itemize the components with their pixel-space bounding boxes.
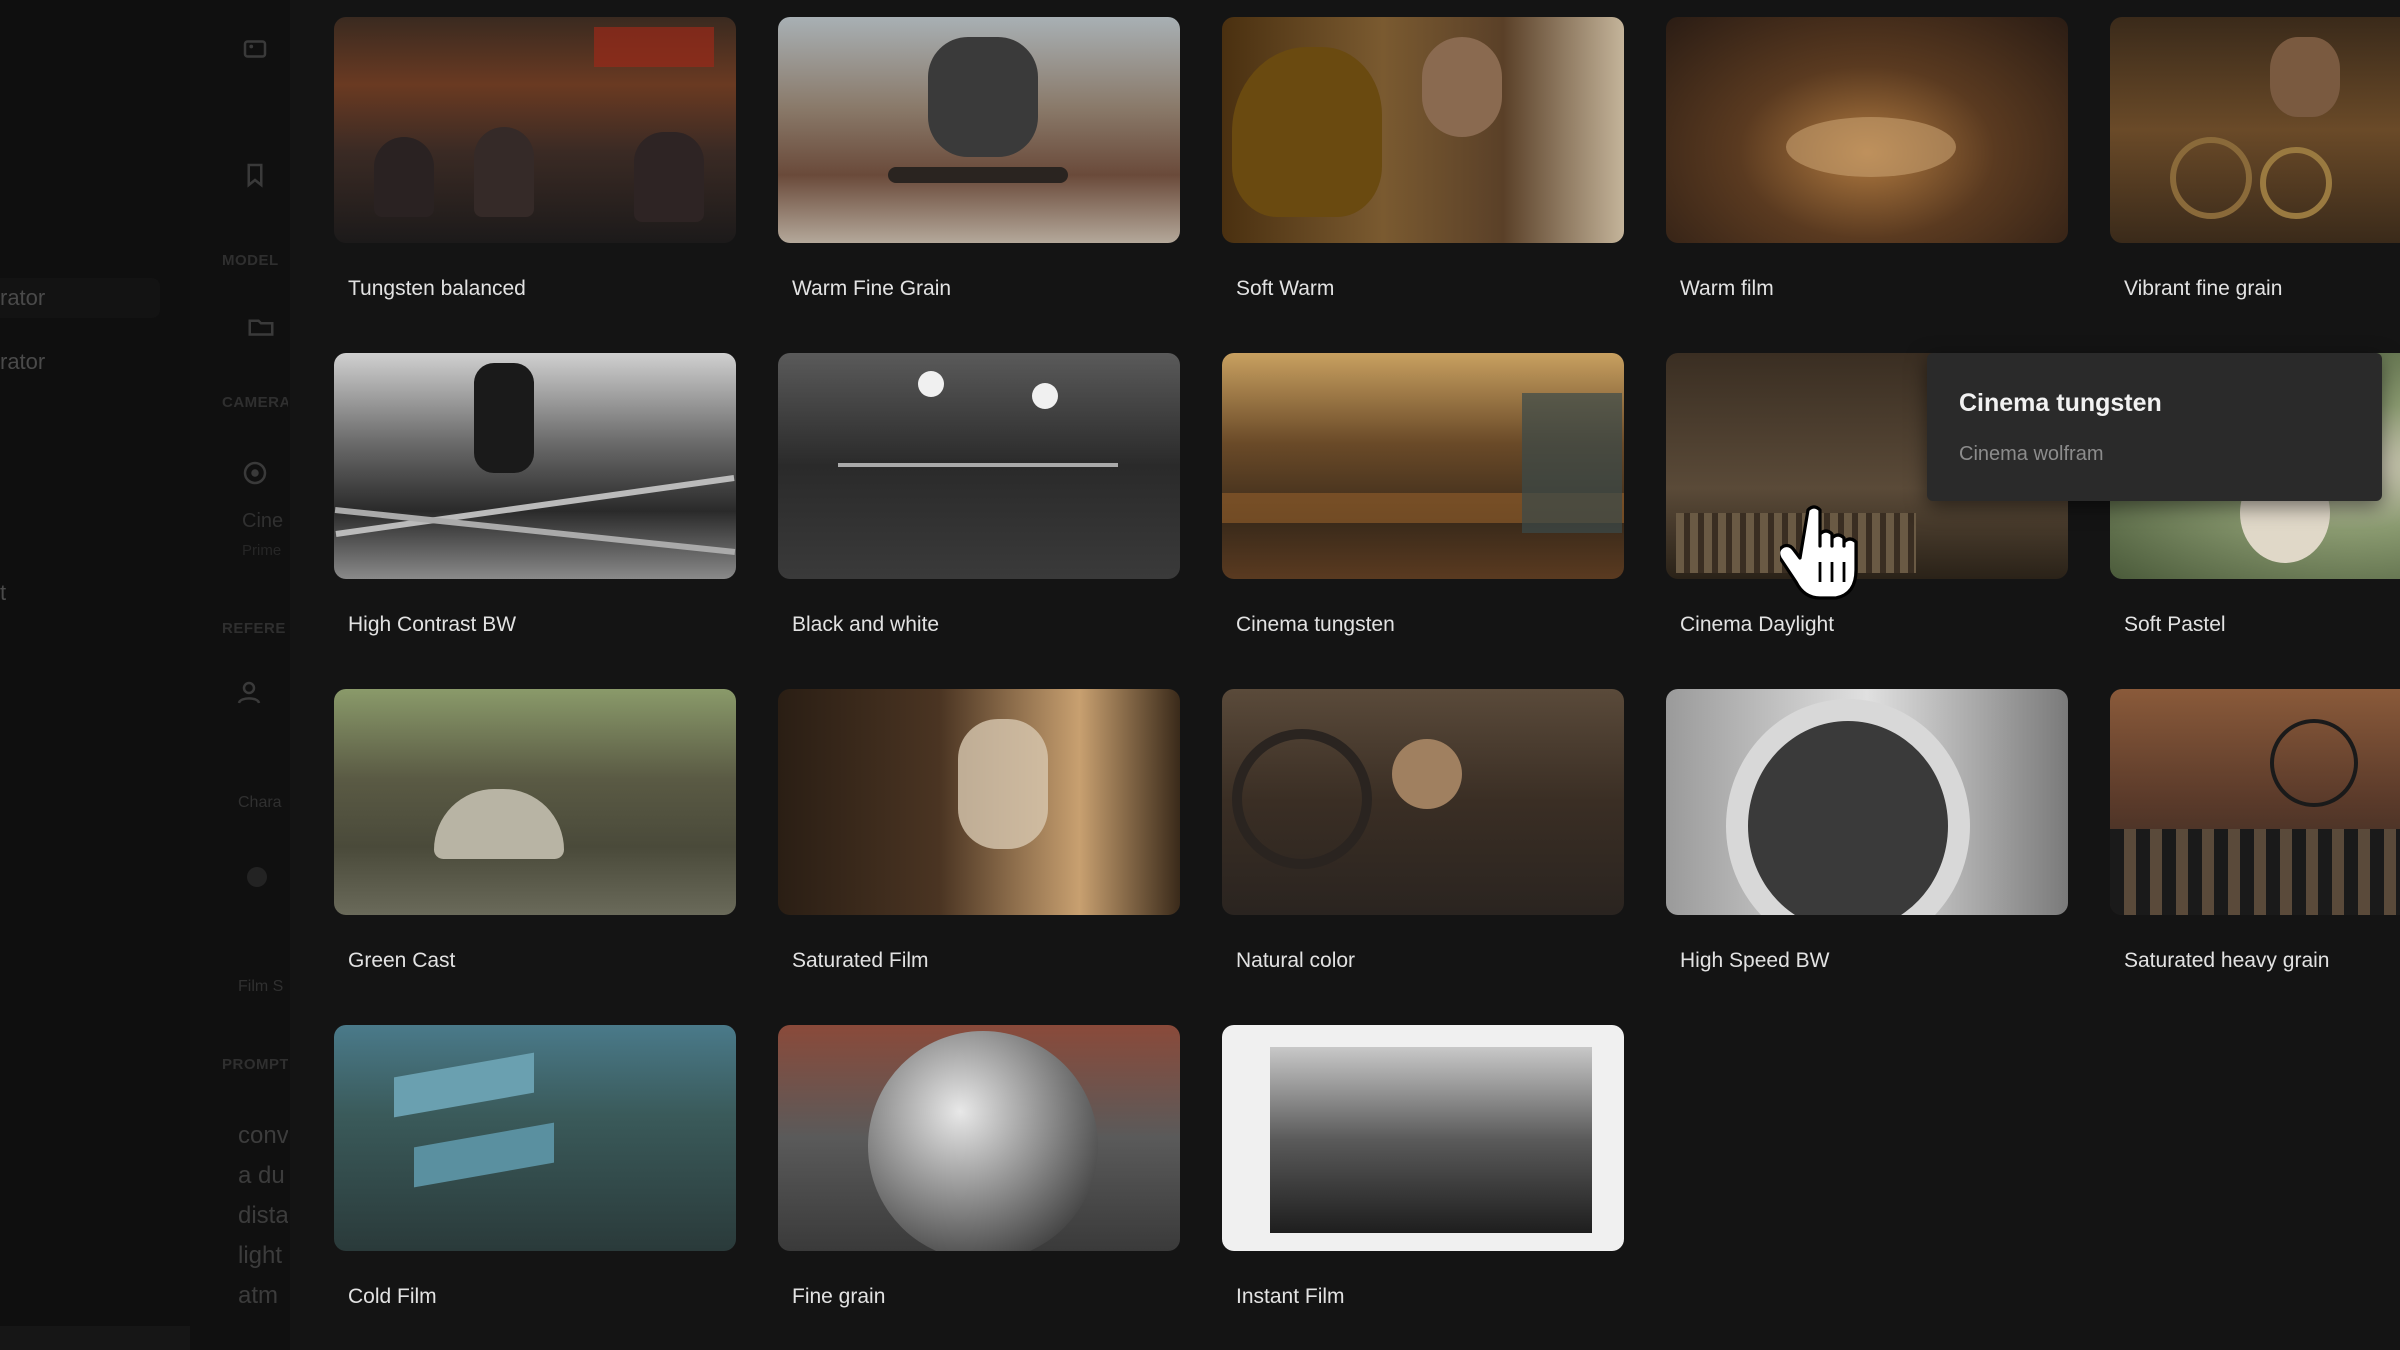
image-icon[interactable] bbox=[240, 34, 270, 64]
kettle-image bbox=[1222, 17, 1624, 243]
preset-card[interactable]: Fine grain bbox=[778, 1025, 1180, 1325]
bw-street-image bbox=[334, 353, 736, 579]
city-crowd-image bbox=[334, 17, 736, 243]
preset-card[interactable]: Soft Warm bbox=[1222, 17, 1624, 317]
preset-label: Fine grain bbox=[792, 1285, 886, 1308]
sidebar-footer bbox=[0, 1326, 190, 1350]
preset-label: Warm film bbox=[1680, 277, 1774, 300]
prompt-line[interactable]: atm bbox=[238, 1276, 288, 1316]
dining-room-image bbox=[1666, 17, 2068, 243]
preset-card[interactable]: Instant Film bbox=[1222, 1025, 1624, 1325]
folder-icon[interactable] bbox=[246, 312, 276, 342]
app-sidebar: rator rator t bbox=[0, 0, 190, 1350]
preset-card[interactable]: High Speed BW bbox=[1666, 689, 2068, 989]
bookmark-icon[interactable] bbox=[240, 160, 270, 190]
preset-card[interactable]: Tungsten balanced bbox=[334, 17, 736, 317]
tooltip-subtitle: Cinema wolfram bbox=[1959, 443, 2104, 465]
camera-lens-icon[interactable] bbox=[240, 458, 270, 488]
preset-card[interactable]: Warm Fine Grain bbox=[778, 17, 1180, 317]
prompt-line[interactable]: conv bbox=[238, 1116, 288, 1156]
market-street-image bbox=[334, 1025, 736, 1251]
preset-label: Saturated heavy grain bbox=[2124, 949, 2330, 972]
sidebar-item-generator[interactable]: rator bbox=[0, 278, 160, 318]
bicycle-image bbox=[2110, 689, 2400, 915]
diner-image bbox=[1222, 353, 1624, 579]
preset-card[interactable]: Green Cast bbox=[334, 689, 736, 989]
prompt-line[interactable]: light bbox=[238, 1236, 288, 1276]
preset-card[interactable]: Saturated heavy grain bbox=[2110, 689, 2400, 989]
preset-label: High Speed BW bbox=[1680, 949, 1830, 972]
preset-card[interactable]: Natural color bbox=[1222, 689, 1624, 989]
person-icon[interactable] bbox=[234, 678, 264, 708]
sidebar-item-generator-2[interactable]: rator bbox=[0, 342, 45, 382]
preset-card[interactable]: Saturated Film bbox=[778, 689, 1180, 989]
preset-label: Cold Film bbox=[348, 1285, 437, 1308]
preset-label: Warm Fine Grain bbox=[792, 277, 952, 300]
preset-card[interactable]: Warm film bbox=[1666, 17, 2068, 317]
watchmaker-image bbox=[2110, 17, 2400, 243]
preset-card[interactable]: Cold Film bbox=[334, 1025, 736, 1325]
chrome-sphere-image bbox=[778, 1025, 1180, 1251]
prompt-line[interactable]: a du bbox=[238, 1156, 288, 1196]
film-look-grid: Tungsten balanced Warm Fine Grain Soft W… bbox=[290, 0, 2400, 1350]
preset-label: Green Cast bbox=[348, 949, 456, 972]
bw-interior-image bbox=[778, 353, 1180, 579]
dot-icon[interactable] bbox=[242, 862, 272, 892]
preset-label: Saturated Film bbox=[792, 949, 929, 972]
preset-label: Cinema tungsten bbox=[1236, 613, 1395, 636]
section-label-reference: REFERE bbox=[222, 620, 286, 637]
preset-card[interactable]: Black and white bbox=[778, 353, 1180, 653]
preset-label: Cinema Daylight bbox=[1680, 613, 1835, 636]
cup-image bbox=[1666, 689, 2068, 915]
preset-card[interactable]: Vibrant fine grain bbox=[2110, 17, 2400, 317]
preset-label: High Contrast BW bbox=[348, 613, 517, 636]
preset-label: Natural color bbox=[1236, 949, 1356, 972]
preset-label: Vibrant fine grain bbox=[2124, 277, 2283, 300]
preset-label: Instant Film bbox=[1236, 1285, 1345, 1308]
section-label-prompt: PROMPT bbox=[222, 1056, 288, 1073]
camera-subtitle: Prime bbox=[242, 542, 282, 559]
preset-tooltip: Cinema tungsten Cinema wolfram bbox=[1927, 353, 2382, 501]
preset-card[interactable]: Cinema tungsten bbox=[1222, 353, 1624, 653]
glass-image bbox=[778, 689, 1180, 915]
sidebar-item-partial[interactable]: t bbox=[0, 580, 6, 606]
preset-label: Black and white bbox=[792, 613, 940, 636]
sidebar-item-label: rator bbox=[0, 349, 46, 374]
section-label-camera: CAMERA bbox=[222, 394, 288, 411]
mechanic-image bbox=[1222, 689, 1624, 915]
hand-cursor-icon bbox=[1777, 502, 1860, 602]
film-stock-label: Film S bbox=[238, 978, 284, 995]
prompt-line[interactable]: dista bbox=[238, 1196, 288, 1236]
polaroid-image bbox=[1222, 1025, 1624, 1251]
settings-panel: MODEL CAMERA Cine Prime REFERE Chara Fil… bbox=[190, 0, 290, 1350]
preset-label: Soft Warm bbox=[1236, 277, 1335, 300]
preset-card[interactable]: High Contrast BW bbox=[334, 353, 736, 653]
sidebar-item-label: t bbox=[0, 580, 7, 605]
umbrella-street-image bbox=[334, 689, 736, 915]
sidebar-item-label: rator bbox=[0, 285, 46, 310]
section-label-model: MODEL bbox=[222, 252, 279, 269]
character-label: Chara bbox=[238, 794, 282, 811]
tooltip-title: Cinema tungsten bbox=[1959, 389, 2162, 417]
preset-label: Tungsten balanced bbox=[348, 277, 526, 300]
camera-name[interactable]: Cine bbox=[242, 510, 292, 533]
skater-image bbox=[778, 17, 1180, 243]
preset-label: Soft Pastel bbox=[2124, 613, 2226, 636]
